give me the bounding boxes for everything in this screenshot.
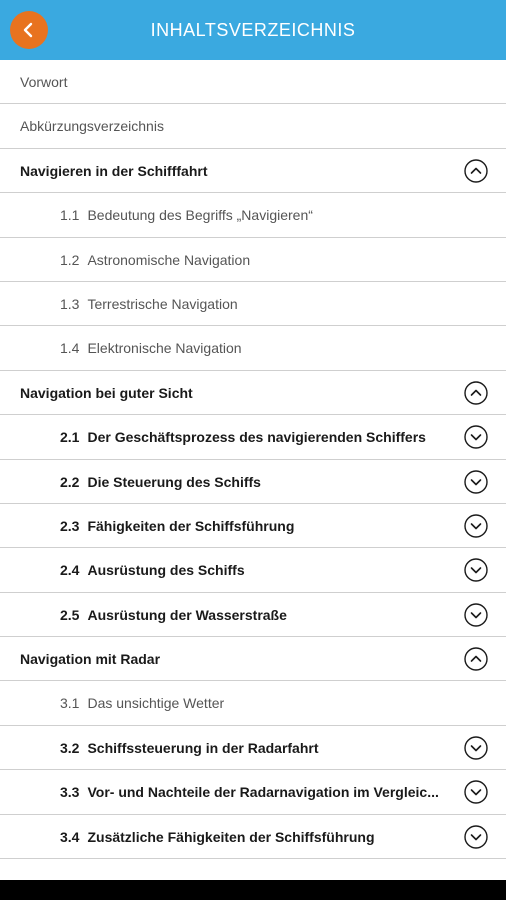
section-title: Fähigkeiten der Schiffsführung bbox=[87, 517, 295, 534]
section-title: Ausrüstung des Schiffs bbox=[87, 562, 245, 579]
toc-row-label: 2.5 Ausrüstung der Wasserstraße bbox=[60, 593, 287, 637]
section-number: 2.2 bbox=[60, 473, 80, 490]
expand-toggle[interactable] bbox=[464, 602, 488, 627]
page-title: INHALTSVERZEICHNIS bbox=[150, 20, 356, 40]
toc-row-label: Vorwort bbox=[20, 60, 67, 104]
chevron-down-icon bbox=[464, 736, 488, 760]
toc-chapter-row[interactable]: Navigation mit Radar bbox=[0, 637, 506, 682]
collapse-toggle[interactable] bbox=[464, 647, 488, 671]
toc-row-label: 3.2 Schiffssteuerung in der Radarfahrt bbox=[60, 726, 319, 770]
section-number: 1.2 bbox=[60, 251, 80, 268]
section-title: Schiffssteuerung in der Radarfahrt bbox=[87, 739, 319, 756]
toc-row-label: 1.3 Terrestrische Navigation bbox=[60, 282, 238, 326]
section-number: 1.1 bbox=[60, 207, 80, 224]
section-number: 2.3 bbox=[60, 517, 80, 534]
chevron-down-icon bbox=[464, 425, 488, 449]
section-title: Bedeutung des Begriffs „Navigieren“ bbox=[87, 207, 313, 224]
section-title: Navigation bei guter Sicht bbox=[20, 384, 193, 401]
section-title: Abkürzungsverzeichnis bbox=[20, 118, 164, 135]
section-number: 2.5 bbox=[60, 606, 80, 623]
toc-row-label: 3.1 Das unsichtige Wetter bbox=[60, 681, 224, 725]
toc-row-label: 3.4 Zusätzliche Fähigkeiten der Schiffsfü… bbox=[60, 815, 375, 859]
toc-subsection-row[interactable]: 3.2 Schiffssteuerung in der Radarfahrt bbox=[0, 726, 506, 771]
section-number: 3.1 bbox=[60, 695, 80, 712]
toc-row-label: 2.3 Fähigkeiten der Schiffsführung bbox=[60, 504, 294, 548]
toc-subsection-row[interactable]: 3.4 Zusätzliche Fähigkeiten der Schiffsfü… bbox=[0, 815, 506, 860]
expand-toggle[interactable] bbox=[464, 780, 488, 804]
toc-subsection-row[interactable]: 2.1 Der Geschäftsprozess des navigierende… bbox=[0, 415, 506, 460]
toc-row-label: 2.2 Die Steuerung des Schiffs bbox=[60, 460, 261, 504]
chevron-down-icon bbox=[464, 602, 488, 627]
section-title: Ausrüstung der Wasserstraße bbox=[87, 606, 287, 623]
toc-row-label: 1.2 Astronomische Navigation bbox=[60, 238, 250, 282]
chevron-down-icon bbox=[464, 558, 488, 582]
collapse-toggle[interactable] bbox=[464, 381, 488, 405]
expand-toggle[interactable] bbox=[464, 425, 488, 449]
chevron-up-icon bbox=[464, 159, 488, 183]
toc-subsection-row[interactable]: 1.3 Terrestrische Navigation bbox=[0, 282, 506, 327]
chevron-up-icon bbox=[464, 647, 488, 671]
expand-toggle[interactable] bbox=[464, 736, 488, 760]
section-number: 1.4 bbox=[60, 340, 80, 357]
toc-row-label: Navigieren in der Schifffahrt bbox=[20, 149, 207, 193]
section-number: 1.3 bbox=[60, 295, 80, 312]
section-title: Terrestrische Navigation bbox=[87, 295, 238, 312]
toc-subsection-row[interactable]: 1.1 Bedeutung des Begriffs „Navigieren“ bbox=[0, 193, 506, 238]
section-title: Vor- und Nachteile der Radarnavigation i… bbox=[87, 784, 439, 801]
chevron-down-icon bbox=[464, 824, 488, 849]
toc-subsection-row[interactable]: 3.3 Vor- und Nachteile der Radarnavigatio… bbox=[0, 770, 506, 815]
toc-subsection-row[interactable]: 2.4 Ausrüstung des Schiffs bbox=[0, 548, 506, 593]
section-number: 3.4 bbox=[60, 828, 80, 845]
expand-toggle[interactable] bbox=[464, 824, 488, 849]
system-navigation-bar bbox=[0, 880, 506, 900]
section-title: Das unsichtige Wetter bbox=[87, 695, 225, 712]
expand-toggle[interactable] bbox=[464, 558, 488, 582]
toc-subsection-row[interactable]: 1.4 Elektronische Navigation bbox=[0, 326, 506, 371]
toc-row-label: 1.1 Bedeutung des Begriffs „Navigieren“ bbox=[60, 193, 313, 237]
section-title: Navigation mit Radar bbox=[20, 651, 161, 668]
chevron-up-icon bbox=[464, 381, 488, 405]
chevron-down-icon bbox=[464, 469, 488, 494]
toc-subsection-row[interactable]: 2.5 Ausrüstung der Wasserstraße bbox=[0, 593, 506, 638]
chevron-down-icon bbox=[464, 514, 488, 538]
collapse-toggle[interactable] bbox=[464, 159, 488, 183]
table-of-contents: Vorwort Abkürzungsverzeichnis Navigieren i… bbox=[0, 60, 506, 860]
toc-row-label: 2.4 Ausrüstung des Schiffs bbox=[60, 548, 245, 592]
section-number: 3.2 bbox=[60, 739, 80, 756]
chevron-down-icon bbox=[464, 780, 488, 804]
section-title: Navigieren in der Schifffahrt bbox=[20, 162, 208, 179]
toc-chapter-row[interactable]: Navigation bei guter Sicht bbox=[0, 371, 506, 416]
toc-chapter-row[interactable]: Navigieren in der Schifffahrt bbox=[0, 149, 506, 194]
section-title: Vorwort bbox=[20, 74, 68, 90]
toc-subsection-row[interactable]: 2.2 Die Steuerung des Schiffs bbox=[0, 460, 506, 504]
toc-row-label: Navigation bei guter Sicht bbox=[20, 371, 193, 415]
section-title: Astronomische Navigation bbox=[87, 251, 251, 268]
app-header: INHALTSVERZEICHNIS bbox=[0, 0, 506, 60]
toc-subsection-row[interactable]: 3.1 Das unsichtige Wetter bbox=[0, 681, 506, 726]
toc-row-label: Navigation mit Radar bbox=[20, 637, 160, 681]
section-title: Die Steuerung des Schiffs bbox=[87, 473, 261, 490]
toc-row-label: Abkürzungsverzeichnis bbox=[20, 104, 164, 148]
section-number: 2.4 bbox=[60, 562, 80, 579]
toc-row-label: 1.4 Elektronische Navigation bbox=[60, 326, 242, 370]
expand-toggle[interactable] bbox=[464, 514, 488, 538]
toc-row[interactable]: Vorwort bbox=[0, 60, 506, 105]
toc-row-label: 3.3 Vor- und Nachteile der Radarnavigatio… bbox=[60, 770, 439, 814]
section-number: 2.1 bbox=[60, 429, 80, 446]
toc-subsection-row[interactable]: 2.3 Fähigkeiten der Schiffsführung bbox=[0, 504, 506, 549]
expand-toggle[interactable] bbox=[464, 469, 488, 494]
section-title: Der Geschäftsprozess des navigierenden S… bbox=[87, 429, 426, 446]
toc-row-label: 2.1 Der Geschäftsprozess des navigierende… bbox=[60, 415, 426, 459]
section-title: Elektronische Navigation bbox=[87, 340, 242, 357]
section-number: 3.3 bbox=[60, 784, 80, 801]
toc-subsection-row[interactable]: 1.2 Astronomische Navigation bbox=[0, 238, 506, 282]
toc-row[interactable]: Abkürzungsverzeichnis bbox=[0, 104, 506, 149]
section-title: Zusätzliche Fähigkeiten der Schiffsführu… bbox=[87, 828, 375, 845]
